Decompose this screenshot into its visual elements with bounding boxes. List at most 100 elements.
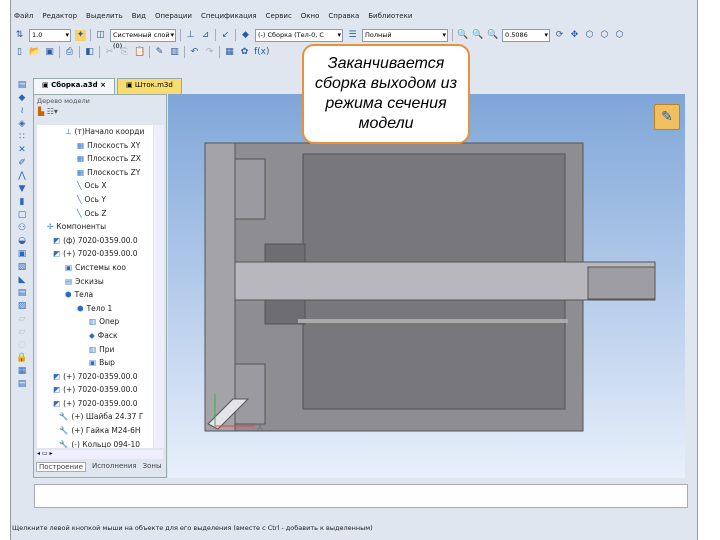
move-icon[interactable]: ◣ (19, 275, 26, 285)
array-icon[interactable]: ∷ (19, 132, 25, 142)
filter-icon[interactable]: ▼ (19, 184, 26, 194)
rotate-comp-icon[interactable]: ▨ (18, 301, 27, 311)
mate-icon[interactable]: ▤ (18, 288, 27, 298)
view-mode-combo[interactable]: Полный (362, 28, 448, 42)
solid-icon[interactable]: ◆ (19, 93, 26, 103)
tree-node[interactable]: ▦ Плоскость ZY (37, 166, 153, 180)
3d-viewport[interactable]: X (168, 94, 685, 478)
assembly-icon[interactable]: ✕ (18, 145, 26, 155)
tree-node[interactable]: ⊥ (т)Начало коорди (37, 125, 153, 139)
select-icon[interactable]: ↙ (220, 30, 231, 41)
menu-view[interactable]: Вид (132, 12, 146, 26)
tree-node[interactable]: ⬢ Тело 1 (37, 302, 153, 316)
variables-icon[interactable]: f(x) (254, 47, 270, 58)
cut-icon[interactable]: ✂ (104, 47, 115, 58)
pan-icon[interactable]: ✥ (569, 30, 580, 41)
step-icon[interactable]: ⇅ (14, 30, 25, 41)
menu-specification[interactable]: Спецификация (201, 12, 257, 26)
edit-icon[interactable]: ▤ (18, 80, 27, 90)
tree-node[interactable]: 🔧 (+) Гайка М24-6Н (37, 424, 153, 438)
tree-node[interactable]: ▥ Опер (37, 315, 153, 329)
tree-node[interactable]: ◆ Фаск (37, 329, 153, 343)
horizontal-scrollbar[interactable]: ◂ ▭ ▸ (37, 450, 163, 459)
tab-rod[interactable]: ▣ Шток.m3d (116, 78, 182, 94)
open-file-icon[interactable]: 📂 (29, 47, 40, 58)
component-combo[interactable]: (-) Сборка (Тел-0, С (255, 28, 343, 42)
tree-node[interactable]: ◩ (+) 7020-0359.00.0 (37, 370, 153, 384)
new-file-icon[interactable]: ▯ (14, 47, 25, 58)
tree-structure-icon[interactable]: ▙ (38, 107, 44, 116)
tree-node[interactable]: ╲ Ось X (37, 179, 153, 193)
zoom-in-icon[interactable]: 🔍 (487, 30, 498, 41)
tree-view-icon[interactable]: ☷▾ (47, 107, 58, 116)
tree-node[interactable]: ▣ Системы коо (37, 261, 153, 275)
tree-node[interactable]: ▦ Плоскость XY (37, 139, 153, 153)
menu-libraries[interactable]: Библиотеки (368, 12, 412, 26)
tree-node[interactable]: ◩ (+) 7020-0359.00.0 (37, 397, 153, 411)
insert-icon[interactable]: ▦ (18, 366, 27, 376)
lock-icon[interactable]: 🔒 (16, 353, 27, 363)
tab-versions[interactable]: Исполнения (92, 462, 137, 472)
tree-node[interactable]: 🔧 (-) Кольцо 094-10 (37, 438, 153, 448)
cube-view-icon[interactable]: ⬡ (599, 30, 610, 41)
curve-icon[interactable]: ≀ (20, 106, 23, 116)
tree-node[interactable]: ▣ Выр (37, 356, 153, 370)
tree-node[interactable]: ▥ При (37, 343, 153, 357)
layer-combo[interactable]: Системный слой (0) (110, 28, 176, 50)
tree-node[interactable]: ◩ (+) 7020-0359.00.0 (37, 383, 153, 397)
report-icon[interactable]: ▢ (18, 210, 27, 220)
tree-node[interactable]: ◩ (+) 7020-0359.00.0 (37, 247, 153, 261)
spec-icon[interactable]: ▮ (20, 197, 25, 207)
elements-icon[interactable]: ⚇ (18, 223, 26, 233)
surface-icon[interactable]: ◈ (19, 119, 26, 129)
tree-node[interactable]: ▤ Эскизы (37, 275, 153, 289)
tree-node[interactable]: ╲ Ось Z (37, 207, 153, 221)
coord-system-icon[interactable]: ⊥ (185, 30, 196, 41)
library-comp-icon[interactable]: ▤ (18, 379, 27, 389)
menu-window[interactable]: Окно (301, 12, 320, 26)
cube-view-icon[interactable]: ⬡ (614, 30, 625, 41)
section-icon[interactable]: ◒ (18, 236, 26, 246)
component-file-icon[interactable]: ▧ (18, 262, 27, 272)
zoom-out-icon[interactable]: 🔍 (472, 30, 483, 41)
layer-icon[interactable]: ◫ (95, 30, 106, 41)
menu-select[interactable]: Выделить (86, 12, 123, 26)
print-icon[interactable]: ⎙ (64, 47, 75, 58)
cube-view-icon[interactable]: ⬡ (584, 30, 595, 41)
menu-service[interactable]: Сервис (266, 12, 292, 26)
measure-icon[interactable]: ⋀ (18, 171, 25, 181)
snap-icon[interactable]: ✦ (75, 29, 86, 41)
step-combo[interactable]: 1.0 (29, 28, 71, 42)
copy-icon[interactable]: ⎘ (119, 47, 130, 58)
menu-help[interactable]: Справка (328, 12, 359, 26)
menu-edit[interactable]: Редактор (42, 12, 77, 26)
tree-node[interactable]: ▦ Плоскость ZX (37, 152, 153, 166)
undo-icon[interactable]: ↶ (189, 47, 200, 58)
vertical-scrollbar[interactable] (154, 125, 164, 448)
properties-icon[interactable]: ✎ (154, 47, 165, 58)
delete-icon[interactable]: ▥ (169, 47, 180, 58)
menu-file[interactable]: Файл (14, 12, 33, 26)
tree-node[interactable]: ◩ (ф) 7020-0359.00.0 (37, 234, 153, 248)
zoom-combo[interactable]: 0.5086 (502, 28, 550, 42)
redo-icon[interactable]: ↷ (204, 47, 215, 58)
tab-assembly[interactable]: ▣ Сборка.a3d × (33, 78, 115, 94)
exit-section-mode-button[interactable]: ✎ (654, 104, 680, 130)
component-icon[interactable]: ◆ (240, 30, 251, 41)
library-icon[interactable]: ✿ (239, 47, 250, 58)
rotate-icon[interactable]: ⟳ (554, 30, 565, 41)
tree-node[interactable]: ⬢ Тела (37, 288, 153, 302)
preview-icon[interactable]: ◧ (84, 47, 95, 58)
diagnostics-icon[interactable]: ✐ (18, 158, 26, 168)
tree-node[interactable]: 🔧 (+) Шайба 24.37 Г (37, 410, 153, 424)
manager-icon[interactable]: ▦ (224, 47, 235, 58)
zoom-window-icon[interactable]: 🔍 (457, 30, 468, 41)
tab-construction[interactable]: Построение (36, 462, 86, 472)
tab-zones[interactable]: Зоны (143, 462, 162, 472)
orient-icon[interactable]: ⊿ (200, 30, 211, 41)
menu-operations[interactable]: Операции (155, 12, 192, 26)
tree-node[interactable]: ╲ Ось Y (37, 193, 153, 207)
tree-node[interactable]: ✢ Компоненты (37, 220, 153, 234)
paste-icon[interactable]: 📋 (134, 47, 145, 58)
add-component-icon[interactable]: ▣ (18, 249, 27, 259)
